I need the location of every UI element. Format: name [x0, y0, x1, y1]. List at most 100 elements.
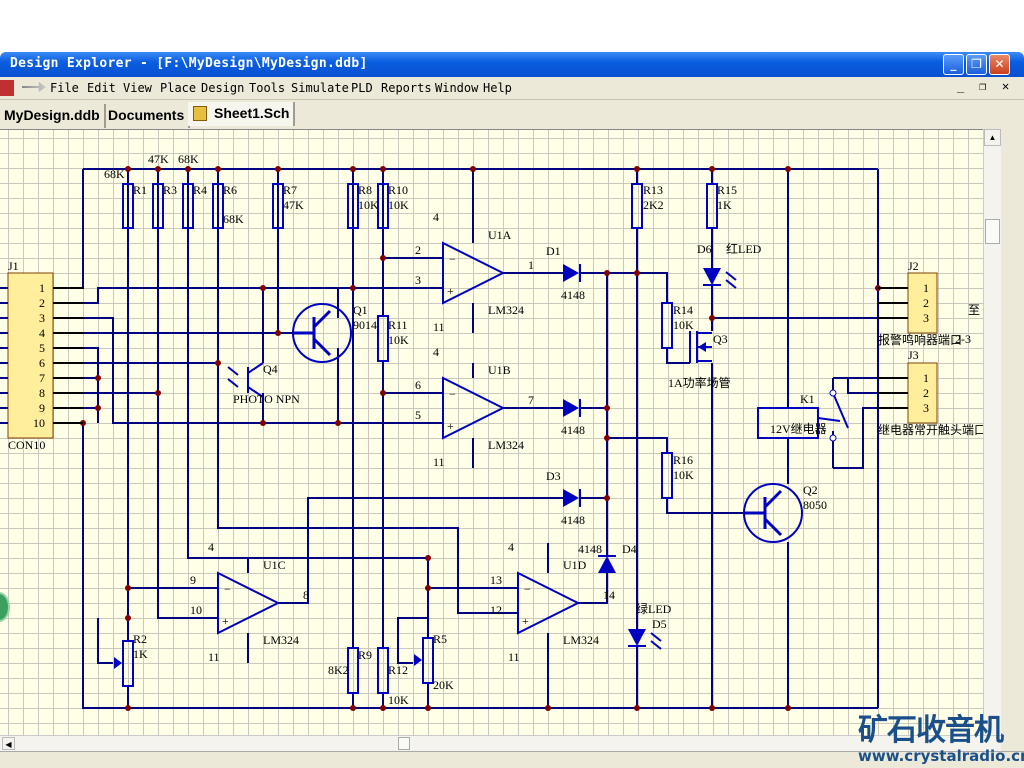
junction-dot — [125, 705, 131, 711]
diode-d3 — [563, 489, 579, 507]
schematic-canvas[interactable]: R1 68K R3 47K R4 68K R6 68K R7 47K R8 10K R10 10K R11 1… — [0, 129, 983, 735]
junction-dot — [709, 315, 715, 321]
resistor-r2 — [122, 640, 134, 687]
diode-value: 绿LED — [636, 601, 672, 616]
junction-dot — [634, 166, 640, 172]
junction-dot — [275, 166, 281, 172]
opamp-plus: + — [447, 284, 454, 298]
junction-dot — [155, 166, 161, 172]
resistor-value: 10K — [673, 468, 694, 482]
mosfet-arrow-icon — [698, 342, 706, 352]
diode-d6 — [703, 268, 721, 285]
menu-help[interactable]: Help — [483, 81, 512, 95]
pin-number: 4 — [508, 540, 514, 554]
led-light-arrows-icon — [725, 271, 737, 289]
junction-dot — [95, 375, 101, 381]
pin-number: 4 — [433, 345, 439, 359]
close-button[interactable]: ✕ — [989, 54, 1010, 75]
pin-number: 5 — [415, 408, 421, 422]
schematic-drawing: R168KR347KR468KR668KR747KR810KR1010KR111… — [0, 152, 983, 711]
junction-dot — [380, 390, 386, 396]
menu-tools[interactable]: Tools — [249, 81, 285, 95]
horizontal-scroll-thumb[interactable] — [398, 737, 410, 750]
resistor-ref: R8 — [358, 183, 372, 197]
connector-value: CON10 — [8, 438, 45, 452]
mdi-minimize-button[interactable]: _ — [957, 79, 964, 93]
resistor-r14 — [661, 302, 673, 349]
app-icon[interactable] — [0, 80, 14, 96]
transistor-ref: Q3 — [713, 332, 728, 346]
diode-ref: D1 — [546, 244, 561, 258]
restore-button[interactable]: ❐ — [966, 54, 987, 75]
menu-file[interactable]: File — [50, 81, 79, 95]
junction-dot — [95, 405, 101, 411]
pin-number: 1 — [528, 258, 534, 272]
resistor-r13 — [631, 183, 643, 229]
diode-value: 4148 — [561, 288, 585, 302]
pin-number: 6 — [415, 378, 421, 392]
resistor-value: 68K — [178, 152, 199, 166]
junction-dot — [425, 705, 431, 711]
vertical-scroll-thumb[interactable] — [985, 219, 1000, 244]
connector-pin-number: 1 — [923, 281, 929, 295]
tab-sheet1-sch[interactable]: Sheet1.Sch — [188, 102, 296, 126]
menu-view[interactable]: View — [123, 81, 152, 95]
resistor-value: 47K — [283, 198, 304, 212]
right-panel — [1001, 129, 1024, 768]
pin-number: 11 — [508, 650, 520, 664]
opamp-minus: − — [224, 582, 231, 596]
resistor-value: 68K — [223, 212, 244, 226]
junction-dot — [215, 166, 221, 172]
scroll-left-arrow[interactable]: ◀ — [2, 737, 15, 750]
mdi-close-button[interactable]: ✕ — [1002, 79, 1009, 93]
diode-d2 — [563, 399, 579, 417]
resistor-ref: R2 — [133, 632, 147, 646]
menu-design[interactable]: Design — [201, 81, 244, 95]
opamp-minus: − — [449, 387, 456, 401]
mdi-restore-button[interactable]: ❐ — [979, 79, 986, 93]
tab-documents[interactable]: Documents — [104, 104, 191, 128]
wire — [53, 287, 443, 304]
junction-dot — [350, 705, 356, 711]
menu-reports[interactable]: Reports — [381, 81, 432, 95]
diode-value: 4148 — [561, 513, 585, 527]
resistor-ref: R7 — [283, 183, 297, 197]
menu-place[interactable]: Place — [160, 81, 196, 95]
tab-mydesign-ddb[interactable]: MyDesign.ddb — [0, 104, 106, 128]
menu-pld[interactable]: PLD — [351, 81, 373, 95]
diode-value: 4148 — [578, 542, 602, 556]
menu-window[interactable]: Window — [435, 81, 478, 95]
arrow-icon[interactable] — [22, 82, 46, 92]
pin-number: 13 — [490, 573, 502, 587]
junction-dot — [634, 270, 640, 276]
junction-dot — [604, 405, 610, 411]
junction-dot — [275, 330, 281, 336]
resistor-ref: R3 — [163, 183, 177, 197]
vertical-scrollbar[interactable]: ▲ — [983, 129, 1001, 735]
menu-edit[interactable]: Edit — [87, 81, 116, 95]
resistor-ref: R16 — [673, 453, 693, 467]
opamp-value: LM324 — [488, 303, 524, 317]
junction-dot — [185, 166, 191, 172]
connector-ref: J1 — [8, 259, 19, 273]
scroll-up-arrow[interactable]: ▲ — [984, 129, 1001, 146]
junction-dot — [380, 705, 386, 711]
resistor-value: 47K — [148, 152, 169, 166]
transistor-ref: Q1 — [353, 303, 368, 317]
horizontal-scrollbar[interactable]: ◀ — [0, 735, 1001, 751]
resistor-ref: R6 — [223, 183, 237, 197]
junction-dot — [125, 166, 131, 172]
menu-simulate[interactable]: Simulate — [291, 81, 349, 95]
wire — [666, 498, 743, 514]
resistor-r15 — [706, 183, 718, 229]
opamp-ref: U1A — [488, 228, 512, 242]
connector-pin-number: 8 — [39, 386, 45, 400]
opamp-value: LM324 — [488, 438, 524, 452]
minimize-button[interactable]: _ — [943, 54, 964, 75]
connector-value: 继电器常开触头端口 — [878, 423, 983, 437]
schematic-doc-icon — [193, 106, 207, 121]
menu-bar: File Edit View Place Design Tools Simula… — [0, 77, 1024, 100]
opamp-ref: U1C — [263, 558, 286, 572]
wire — [53, 422, 878, 709]
wire — [580, 272, 668, 303]
